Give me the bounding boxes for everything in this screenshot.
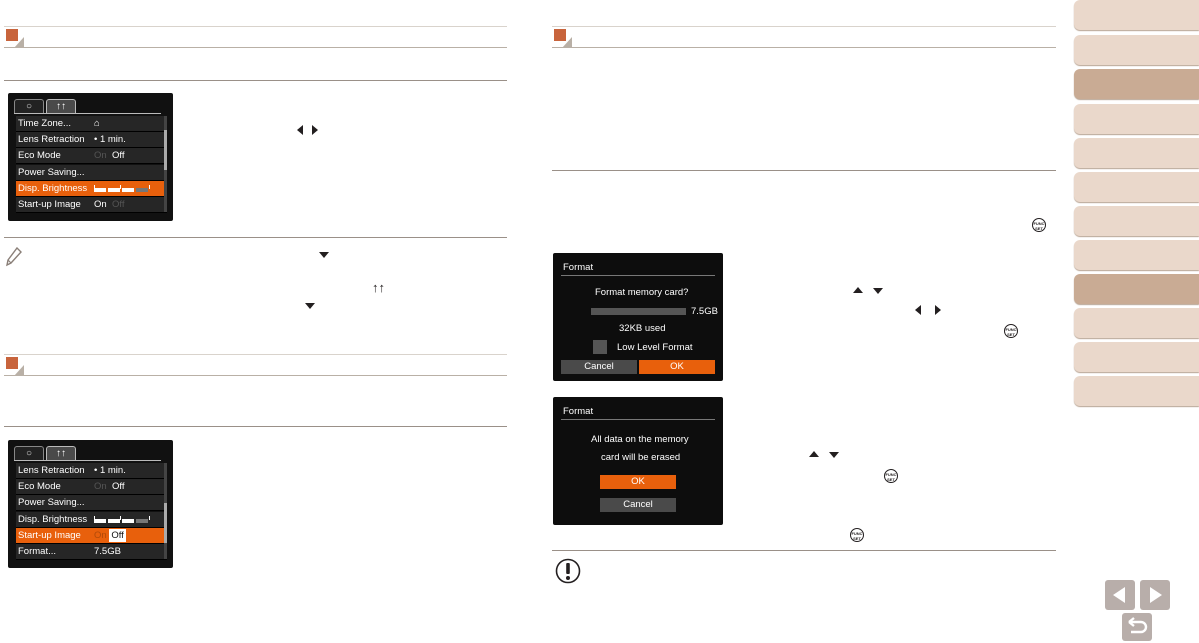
next-page-button[interactable] — [1140, 580, 1170, 610]
erase-warning-line2: card will be erased — [601, 452, 681, 463]
setup-tab-icon: ↑↑ — [46, 99, 76, 113]
setup-tab-icon: ↑↑ — [46, 446, 76, 460]
side-tab[interactable] — [1074, 35, 1199, 65]
func-set-icon: FUNC SET — [1032, 218, 1046, 232]
side-tab[interactable] — [1074, 376, 1199, 406]
left-button-icon — [915, 305, 921, 315]
side-tab[interactable] — [1074, 206, 1199, 236]
func-set-icon: FUNC SET — [850, 528, 864, 542]
down-button-icon — [829, 452, 839, 458]
menu-row-eco-mode: Eco Mode On Off — [16, 148, 167, 165]
low-level-format-label: Low Level Format — [617, 342, 693, 353]
section-header-startup-image — [4, 354, 507, 376]
camera-menu-screen-brightness: ○ ↑↑ Time Zone... ⌂ Lens Retraction • 1 … — [8, 93, 173, 221]
side-tab[interactable] — [1074, 0, 1199, 30]
erase-warning-line1: All data on the memory — [591, 434, 689, 445]
divider — [552, 550, 1056, 551]
menu-row-startup-image: Start-up Image On Off — [16, 196, 167, 213]
divider — [552, 170, 1056, 171]
menu-row-eco-mode: Eco Mode On Off — [16, 479, 167, 496]
menu-scrollbar — [164, 463, 167, 559]
menu-row-time-zone: Time Zone... ⌂ — [16, 116, 167, 132]
side-tab-active[interactable] — [1074, 69, 1199, 99]
menu-scrollbar — [164, 116, 167, 212]
cancel-button[interactable]: Cancel — [561, 360, 637, 374]
format-dialog: Format Format memory card? 7.5GB 32KB us… — [553, 253, 723, 381]
section-header-display-brightness — [4, 26, 507, 48]
menu-row-disp-brightness: Disp. Brightness — [16, 180, 167, 197]
left-button-icon — [297, 125, 303, 135]
down-button-icon — [305, 303, 315, 309]
capacity-bar — [591, 308, 686, 315]
next-arrow-icon — [1150, 587, 1162, 603]
brightness-level-bar — [94, 184, 156, 193]
right-button-icon — [312, 125, 318, 135]
note-pencil-icon — [6, 247, 22, 267]
capacity-value: 7.5GB — [691, 306, 718, 317]
home-icon: ⌂ — [94, 118, 100, 129]
camera-menu-screen-startup: ○ ↑↑ Lens Retraction • 1 min. Eco Mode O… — [8, 440, 173, 568]
section-header-format — [552, 26, 1056, 48]
return-arrow-icon — [1128, 617, 1148, 634]
menu-row-lens-retraction: Lens Retraction • 1 min. — [16, 463, 167, 479]
brightness-level-bar — [94, 515, 156, 524]
camera-tab-icon: ○ — [14, 99, 44, 113]
used-space: 32KB used — [619, 323, 666, 334]
func-set-icon: FUNC SET — [884, 469, 898, 483]
ok-button[interactable]: OK — [639, 360, 715, 374]
up-button-icon — [809, 451, 819, 457]
divider — [4, 426, 507, 427]
side-tab[interactable] — [1074, 138, 1199, 168]
low-level-format-checkbox[interactable] — [593, 340, 607, 354]
format-confirm-dialog: Format All data on the memory card will … — [553, 397, 723, 525]
return-button[interactable] — [1122, 613, 1152, 641]
menu-row-format: Format... 7.5GB — [16, 543, 167, 560]
side-tab-active[interactable] — [1074, 274, 1199, 304]
divider — [4, 80, 507, 81]
down-button-icon — [319, 252, 329, 258]
side-tab[interactable] — [1074, 172, 1199, 202]
menu-row-lens-retraction: Lens Retraction • 1 min. — [16, 132, 167, 149]
divider — [4, 237, 507, 238]
side-tab[interactable] — [1074, 308, 1199, 338]
cancel-button[interactable]: Cancel — [600, 498, 676, 512]
menu-row-disp-brightness: Disp. Brightness — [16, 511, 167, 528]
right-button-icon — [935, 305, 941, 315]
side-tab[interactable] — [1074, 240, 1199, 270]
menu-row-startup-image: Start-up Image On Off — [16, 527, 167, 544]
down-button-icon — [873, 288, 883, 294]
format-question: Format memory card? — [595, 287, 689, 298]
ok-button[interactable]: OK — [600, 475, 676, 489]
caution-icon — [555, 558, 581, 584]
menu-row-power-saving: Power Saving... — [16, 495, 167, 512]
dialog-title: Format — [563, 262, 594, 273]
func-set-icon: FUNC SET — [1004, 324, 1018, 338]
up-button-icon — [853, 287, 863, 293]
menu-row-power-saving: Power Saving... — [16, 164, 167, 181]
side-tab[interactable] — [1074, 104, 1199, 134]
side-tab[interactable] — [1074, 342, 1199, 372]
setup-tab-icon: ↑↑ — [372, 280, 385, 295]
previous-arrow-icon — [1113, 587, 1125, 603]
dialog-title: Format — [563, 406, 594, 417]
camera-tab-icon: ○ — [14, 446, 44, 460]
previous-page-button[interactable] — [1105, 580, 1135, 610]
